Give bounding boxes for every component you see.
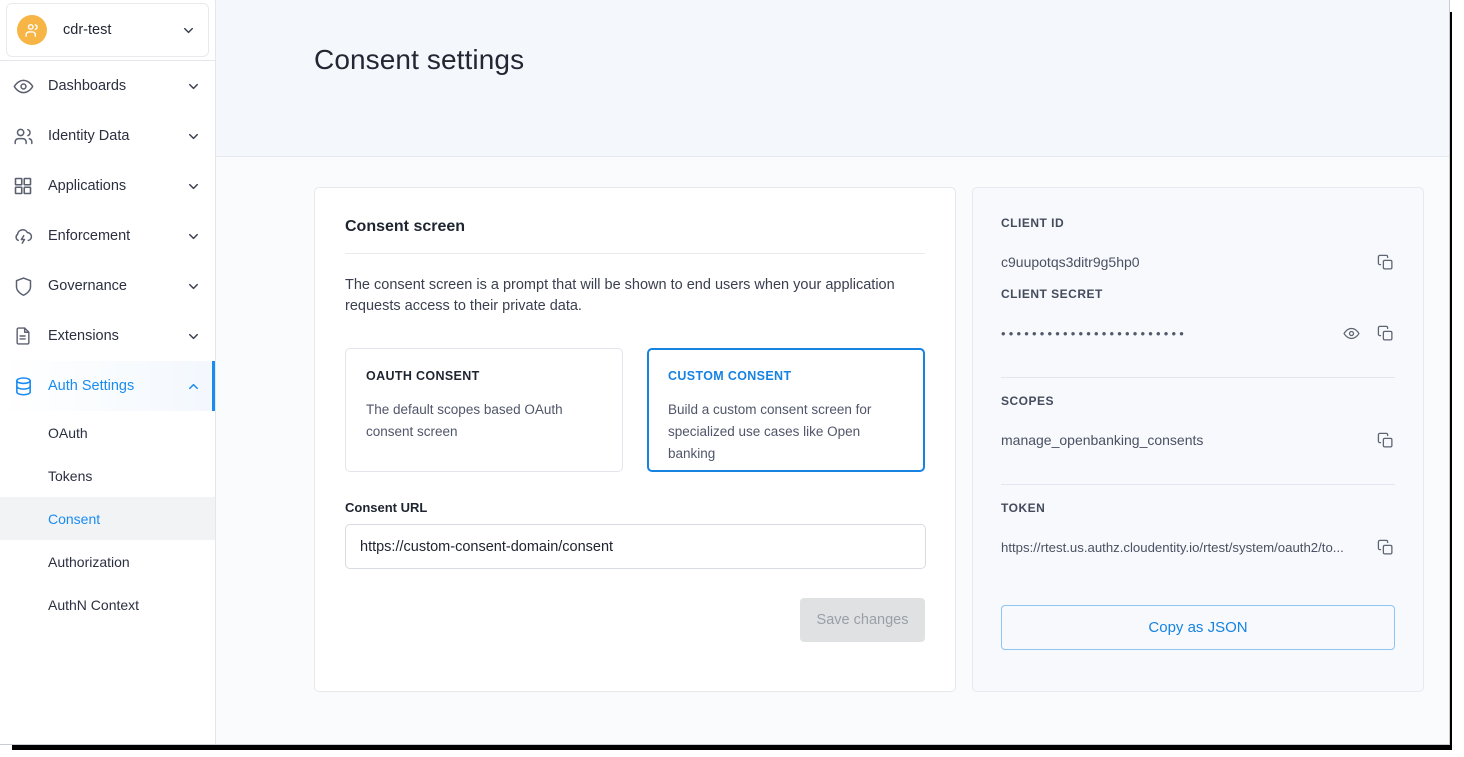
card-description: The consent screen is a prompt that will… xyxy=(345,277,895,314)
app-window: cdr-test Dashboards Identity Data Applic… xyxy=(0,0,1450,745)
people-icon xyxy=(10,123,36,149)
client-secret-row: •••••••••••••••••••••••• xyxy=(1001,323,1395,343)
copy-icon[interactable] xyxy=(1375,323,1395,343)
chevron-down-icon xyxy=(186,279,201,294)
sidebar-subitem-oauth[interactable]: OAuth xyxy=(0,411,215,454)
people-avatar-icon xyxy=(17,15,47,45)
sidebar-item-label: Applications xyxy=(48,178,127,194)
client-id-label: CLIENT ID xyxy=(1001,216,1065,230)
org-selector[interactable]: cdr-test xyxy=(6,3,209,57)
option-custom-consent[interactable]: CUSTOM CONSENT Build a custom consent sc… xyxy=(647,348,925,472)
chevron-down-icon xyxy=(181,23,196,38)
scopes-row: manage_openbanking_consents xyxy=(1001,430,1395,450)
sidebar-item-enforcement[interactable]: Enforcement xyxy=(0,211,215,261)
copy-icon[interactable] xyxy=(1375,430,1395,450)
option-title: OAUTH CONSENT xyxy=(366,369,480,383)
card-divider xyxy=(345,253,925,254)
sidebar-item-label: Enforcement xyxy=(48,228,131,244)
copy-icon[interactable] xyxy=(1375,252,1395,272)
consent-url-input[interactable] xyxy=(345,524,926,569)
client-secret-label: CLIENT SECRET xyxy=(1001,287,1103,301)
sidebar: cdr-test Dashboards Identity Data Applic… xyxy=(0,0,216,744)
option-description: Build a custom consent screen for specia… xyxy=(668,402,872,461)
sidebar-item-label: Dashboards xyxy=(48,78,127,94)
page-header: Consent settings xyxy=(216,0,1449,157)
sidebar-item-applications[interactable]: Applications xyxy=(0,161,215,211)
copy-icon[interactable] xyxy=(1375,537,1395,557)
grid-icon xyxy=(10,173,36,199)
sidebar-item-label: Identity Data xyxy=(48,128,130,144)
document-icon xyxy=(10,323,36,349)
sidebar-item-dashboards[interactable]: Dashboards xyxy=(0,61,215,111)
card-actions: Save changes xyxy=(345,598,925,642)
consent-type-options: OAUTH CONSENT The default scopes based O… xyxy=(345,348,925,472)
shield-icon xyxy=(10,273,36,299)
database-icon xyxy=(10,373,36,399)
cloud-lightning-icon xyxy=(10,223,36,249)
chevron-down-icon xyxy=(186,329,201,344)
token-row: https://rtest.us.authz.cloudentity.io/rt… xyxy=(1001,537,1395,557)
chevron-down-icon xyxy=(186,79,201,94)
chevron-down-icon xyxy=(186,229,201,244)
option-title: CUSTOM CONSENT xyxy=(668,369,792,383)
sidebar-item-extensions[interactable]: Extensions xyxy=(0,311,215,361)
sidebar-item-auth-settings[interactable]: Auth Settings xyxy=(0,361,215,411)
option-oauth-consent[interactable]: OAUTH CONSENT The default scopes based O… xyxy=(345,348,623,472)
save-changes-button[interactable]: Save changes xyxy=(800,598,925,642)
client-id-row: c9uupotqs3ditr9g5hp0 xyxy=(1001,252,1395,272)
chevron-down-icon xyxy=(186,179,201,194)
sidebar-subitem-consent[interactable]: Consent xyxy=(0,497,215,540)
eye-icon[interactable] xyxy=(1341,323,1361,343)
option-description: The default scopes based OAuth consent s… xyxy=(366,402,563,439)
sidebar-subitem-authorization[interactable]: Authorization xyxy=(0,540,215,583)
main-content: Consent settings Consent screen The cons… xyxy=(216,0,1449,744)
token-label: TOKEN xyxy=(1001,501,1046,515)
chevron-down-icon xyxy=(186,129,201,144)
scopes-value: manage_openbanking_consents xyxy=(1001,432,1204,448)
consent-url-label: Consent URL xyxy=(345,500,428,515)
card-title: Consent screen xyxy=(345,218,466,235)
sidebar-subitem-tokens[interactable]: Tokens xyxy=(0,454,215,497)
content-area: Consent screen The consent screen is a p… xyxy=(216,157,1449,692)
eye-icon xyxy=(10,73,36,99)
client-secret-value: •••••••••••••••••••••••• xyxy=(1001,325,1188,341)
copy-as-json-button[interactable]: Copy as JSON xyxy=(1001,605,1395,650)
scopes-label: SCOPES xyxy=(1001,394,1055,408)
consent-screen-card: Consent screen The consent screen is a p… xyxy=(314,187,956,692)
credentials-panel: CLIENT ID c9uupotqs3ditr9g5hp0 CLIENT SE… xyxy=(972,187,1424,692)
sidebar-item-label: Governance xyxy=(48,278,127,294)
chevron-up-icon xyxy=(186,379,201,394)
client-id-value: c9uupotqs3ditr9g5hp0 xyxy=(1001,254,1140,270)
sidebar-item-label: Extensions xyxy=(48,328,119,344)
sidebar-item-label: Auth Settings xyxy=(48,378,135,394)
org-name: cdr-test xyxy=(63,22,112,38)
sidebar-subitem-authn-context[interactable]: AuthN Context xyxy=(0,583,215,626)
token-value: https://rtest.us.authz.cloudentity.io/rt… xyxy=(1001,539,1344,555)
sidebar-item-identity-data[interactable]: Identity Data xyxy=(0,111,215,161)
sidebar-item-governance[interactable]: Governance xyxy=(0,261,215,311)
page-title: Consent settings xyxy=(314,44,525,75)
